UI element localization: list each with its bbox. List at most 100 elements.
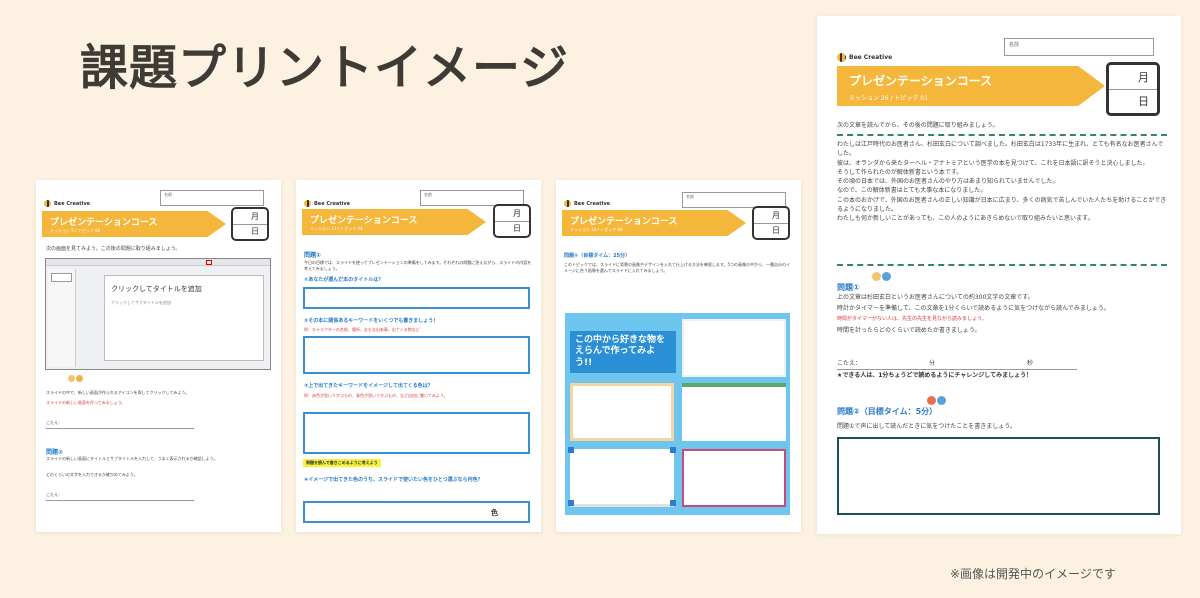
divider-bottom [837,264,1167,266]
collage-caption: この中から好きな物をえらんで作ってみよう!! [570,331,676,373]
answer-line [837,369,1077,370]
question-3: ③上で出てきたキーワードをイメージして出てくる色は？ [304,383,433,389]
template-frame-3[interactable] [682,383,786,441]
answer-label: こたえ： [837,360,862,367]
q2-label: 問題② [46,449,64,456]
template-frame-5[interactable] [682,449,786,507]
answer-box-4[interactable]: 色 [303,501,530,523]
name-label: 名前 [164,192,172,197]
q1-red-note: 時間がタイマーがない人は、先生の先生を見ながら読みましょう。 [837,316,987,322]
minutes-unit: 分 [929,360,936,367]
q1-red-note: スライドの新しい画面を作ってみましょう。 [46,400,126,405]
bee-icon [304,200,311,207]
seconds-unit: 秒 [1027,360,1034,367]
course-title: プレゼンテーションコース [310,216,418,226]
course-title: プレゼンテーションコース [849,74,993,88]
template-frame-1[interactable] [682,319,786,377]
toolbar [46,259,270,266]
bee-icon [564,200,571,207]
name-field[interactable]: 名前 [160,190,264,206]
passage-line-3: そうして作られたのが解体新書という本です。 [837,168,963,176]
worksheet-page-3: Bee Creative 名前 プレゼンテーションコース ミッション 14 / … [556,180,801,532]
worksheet-page-4: Bee Creative 名前 プレゼンテーションコース ミッション 26 / … [817,16,1181,534]
question-2-example: 例：キャラクターの名前、場所、おもな出来事、出てくる物など [304,327,420,332]
slide-thumbnail-panel [48,269,76,367]
brand-logo: Bee Creative [304,200,350,207]
course-title: プレゼンテーションコース [50,218,158,228]
bee-icon [44,200,51,207]
brand-name: Bee Creative [574,200,610,207]
date-box[interactable]: 月 日 [231,207,269,241]
name-label: 名前 [424,192,432,197]
answer-box-3[interactable] [303,412,530,454]
footnote: ※画像は開発中のイメージです [950,567,1116,581]
brand-logo: Bee Creative [837,53,892,62]
passage-line-2: 彼は、オランダから来たターヘル・アナトミアという医学の本を見つけて、これを日本語… [837,159,1149,167]
question-2: ②その本に関係あるキーワードをいくつでも書きましょう！ [304,318,439,324]
q1-label: 問題① [304,252,322,259]
slide-screenshot: クリックしてタイトルを追加 クリックしてサブタイトルを追加 [45,258,271,370]
date-box[interactable]: 月 日 [493,204,531,238]
slide-title-placeholder[interactable]: クリックしてタイトルを追加 [111,284,202,294]
slide-canvas: クリックしてタイトルを追加 クリックしてサブタイトルを追加 [104,275,264,361]
month-label: 月 [754,208,788,224]
worksheet-page-2: Bee Creative 名前 プレゼンテーションコース ミッション 13 / … [296,180,541,532]
q1-text-2: 時計かタイマーを準備して、この文章を1分くらいで読めるように気をつけながら読んで… [837,305,1110,312]
answer-label: こたえ： [46,420,62,425]
q1-text: 上の文章は杉田玄白というお医者さんについての約300文字の文章です。 [837,294,1034,301]
q1-label: 問題①（目標タイム：25分） [564,253,631,259]
answer-box-1[interactable] [303,287,530,309]
mission-topic: ミッション 26 / トピック 01 [849,95,928,102]
day-label: 日 [251,227,259,237]
slide-thumbnail[interactable] [51,273,72,282]
q1-label: 問題① [837,283,860,292]
month-label: 月 [233,209,267,225]
q2-text-2: どのくらいの文字を入力できるか確かめてみよう。 [46,472,138,477]
brand-name: Bee Creative [314,200,350,207]
q2-text: スライドの新しい画面にタイトルとサブタイトルを入力して、うまく表示されるか確認し… [46,456,218,461]
template-frame-2[interactable] [570,383,674,441]
q2-label: 問題②（目標タイム：5分） [837,407,938,416]
date-box[interactable]: 月 日 [752,206,790,240]
slide-subtitle-placeholder[interactable]: クリックしてサブタイトルを追加 [111,300,171,306]
name-label: 名前 [686,194,694,199]
name-field[interactable]: 名前 [1004,38,1154,56]
brand-logo: Bee Creative [564,200,610,207]
intro-text: 次の画面を見てみよう。この後の問題に取り組みましょう。 [46,246,181,252]
kids-icon [872,272,891,281]
bee-icon [837,53,846,62]
mission-topic: ミッション 14 / トピック 04 [570,227,623,232]
answer-box-2[interactable] [303,336,530,374]
challenge-text: ★できる人は、1分ちょうどで読めるようにチャレンジしてみましょう！ [837,372,1033,379]
question-4: ④イメージで出てきた色のうち、スライドで使いたい色をひとつ選ぶなら何色？ [304,477,483,483]
divider-top [837,134,1167,136]
answer-label-2: こたえ： [46,492,62,497]
day-label: 日 [513,224,521,234]
mission-topic: ミッション 13 / トピック 04 [310,226,363,231]
course-banner: プレゼンテーションコース ミッション 13 / トピック 04 [302,209,486,235]
passage-line-1: わたしは江戸時代のお医者さん、杉田玄白について調べました。杉田玄白は1733年に… [837,141,1164,158]
q2-text: 問題①で声に出して読んだときに気をつけたことを書きましょう。 [837,423,1016,430]
color-unit: 色 [491,509,498,517]
template-collage: この中から好きな物をえらんで作ってみよう!! [565,313,790,515]
kids-icon [68,375,83,382]
question-1: ①あなたが選んだ本のタイトルは？ [304,277,384,283]
day-label: 日 [772,226,780,236]
course-title: プレゼンテーションコース [570,217,678,227]
date-box[interactable]: 月 日 [1106,62,1160,116]
q1-text-3: 時間を計ったらどのくらいで読めたか書きましょう。 [837,327,981,334]
highlight-note: 問題を読んで書きこめるように考えよう [303,459,381,467]
q1-text: このトピックでは、スライドに背景の画像やデザインを入れて仕上げる方法を練習します… [564,262,791,273]
template-frame-4[interactable] [568,447,676,507]
kids-icon-2 [927,396,946,405]
q1-text: スライドの中で、新しい画面が作られるアイコンを探してクリックしてみよう。 [46,390,190,395]
day-label: 日 [1138,95,1149,109]
new-slide-icon[interactable] [206,260,212,265]
brand-name: Bee Creative [849,54,893,61]
course-banner: プレゼンテーションコース ミッション 14 / トピック 04 [562,210,746,236]
month-label: 月 [1109,65,1157,90]
answer-line-2 [46,500,194,501]
answer-box[interactable] [837,437,1160,515]
month-label: 月 [495,206,529,222]
worksheet-page-1: Bee Creative 名前 プレゼンテーションコース ミッション 5 / ト… [36,180,281,532]
